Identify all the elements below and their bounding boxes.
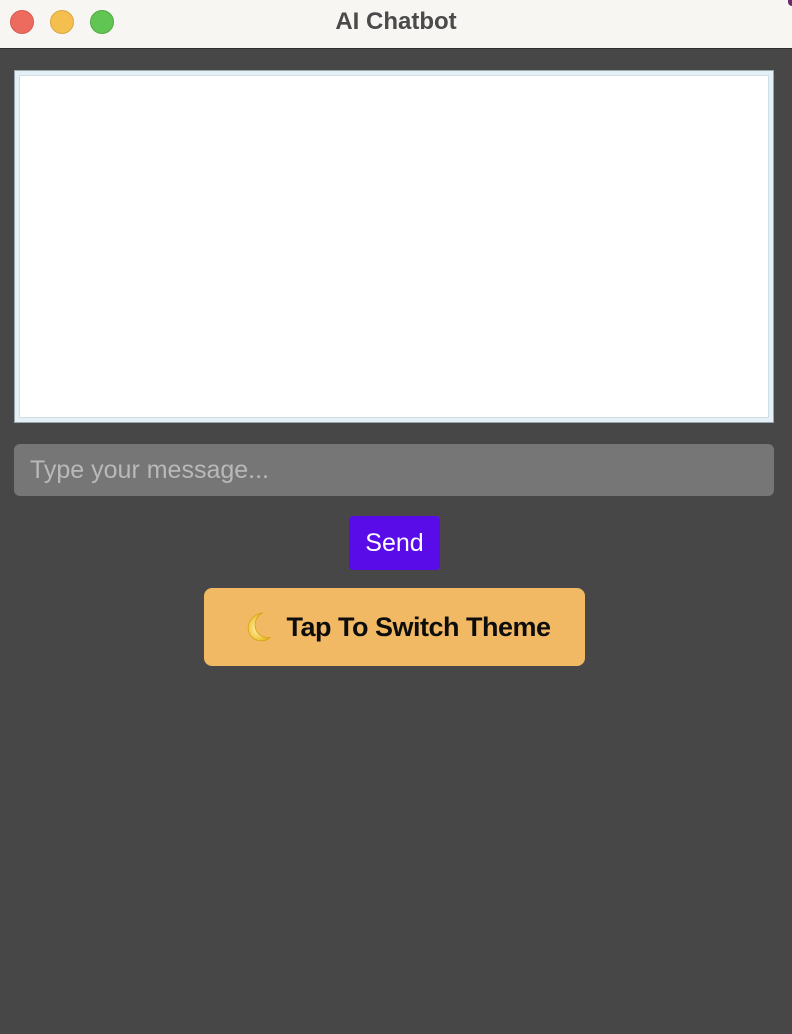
- send-button[interactable]: Send: [349, 516, 440, 570]
- corner-decoration: [788, 0, 792, 6]
- switch-theme-button[interactable]: Tap To Switch Theme: [204, 588, 585, 666]
- message-input[interactable]: [14, 444, 774, 496]
- window-title: AI Chatbot: [335, 8, 457, 35]
- chat-history-area[interactable]: [14, 70, 774, 423]
- switch-theme-label: Tap To Switch Theme: [286, 611, 551, 642]
- moon-icon: [248, 612, 272, 642]
- title-bar: AI Chatbot: [0, 0, 792, 49]
- app-window: AI Chatbot Send Tap To Switch Theme: [0, 0, 792, 1034]
